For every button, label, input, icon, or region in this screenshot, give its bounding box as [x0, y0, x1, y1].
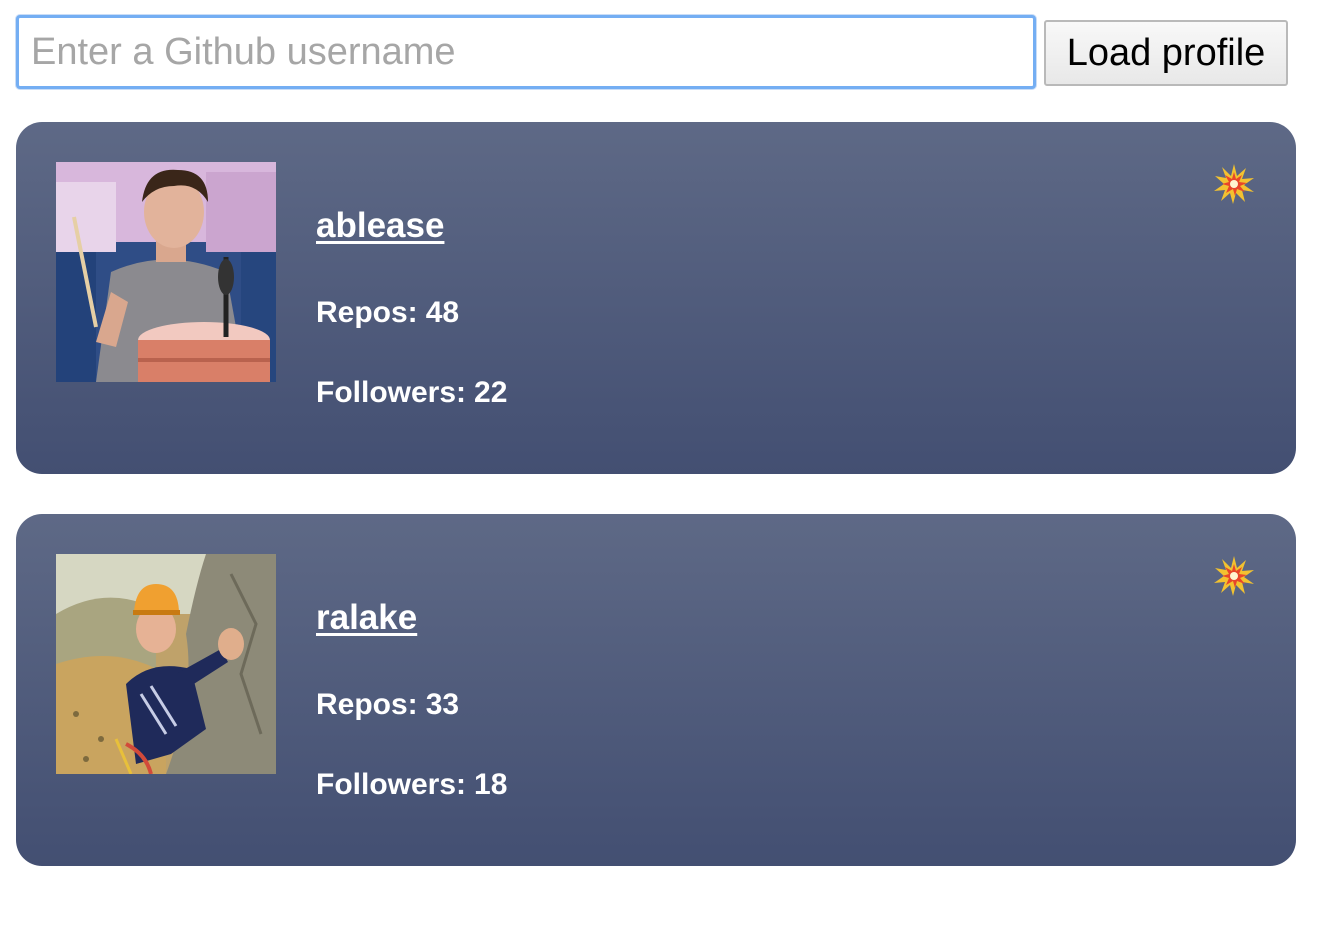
avatar [56, 162, 276, 382]
repos-count: Repos: 48 [316, 296, 459, 330]
load-profile-button[interactable]: Load profile [1044, 20, 1288, 86]
repos-label: Repos: [316, 296, 418, 329]
followers-count: Followers: 22 [316, 376, 507, 410]
repos-value: 33 [425, 688, 460, 721]
followers-label: Followers: [316, 768, 467, 801]
repos-value: 48 [425, 296, 460, 329]
profile-card: ralake Repos: 33 Followers: 18 [16, 514, 1296, 866]
climber-avatar-photo [56, 554, 276, 774]
drummer-avatar-photo [56, 162, 276, 382]
repos-label: Repos: [316, 688, 418, 721]
followers-count: Followers: 18 [316, 768, 507, 802]
username-link[interactable]: ablease [316, 206, 444, 246]
collision-icon[interactable] [1212, 554, 1256, 598]
repos-count: Repos: 33 [316, 688, 459, 722]
followers-value: 18 [474, 768, 508, 801]
username-link[interactable]: ralake [316, 598, 417, 638]
avatar [56, 554, 276, 774]
search-row: Load profile [16, 15, 1288, 89]
username-search-input[interactable] [16, 15, 1036, 89]
followers-value: 22 [474, 376, 508, 409]
collision-icon[interactable] [1212, 162, 1256, 206]
profile-card: ablease Repos: 48 Followers: 22 [16, 122, 1296, 474]
followers-label: Followers: [316, 376, 467, 409]
